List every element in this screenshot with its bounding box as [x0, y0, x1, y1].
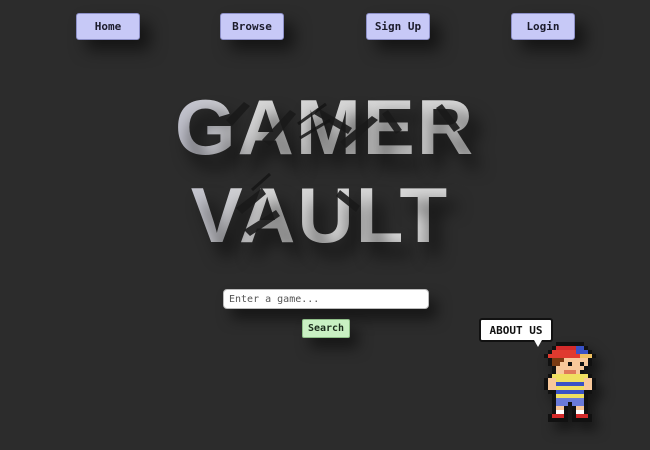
about-us-bubble[interactable]: ABOUT US	[479, 318, 553, 342]
nav-home-button[interactable]: Home	[76, 13, 140, 40]
search-input[interactable]	[223, 289, 429, 309]
title-line-vault: VAULT	[0, 176, 650, 254]
title-line-gamer: GAMER	[0, 88, 650, 166]
nav-signup-button[interactable]: Sign Up	[366, 13, 430, 40]
nav-login-button[interactable]: Login	[511, 13, 575, 40]
search-button[interactable]: Search	[302, 319, 350, 338]
pixel-character-icon[interactable]	[540, 342, 600, 430]
nav-browse-button[interactable]: Browse	[220, 13, 284, 40]
